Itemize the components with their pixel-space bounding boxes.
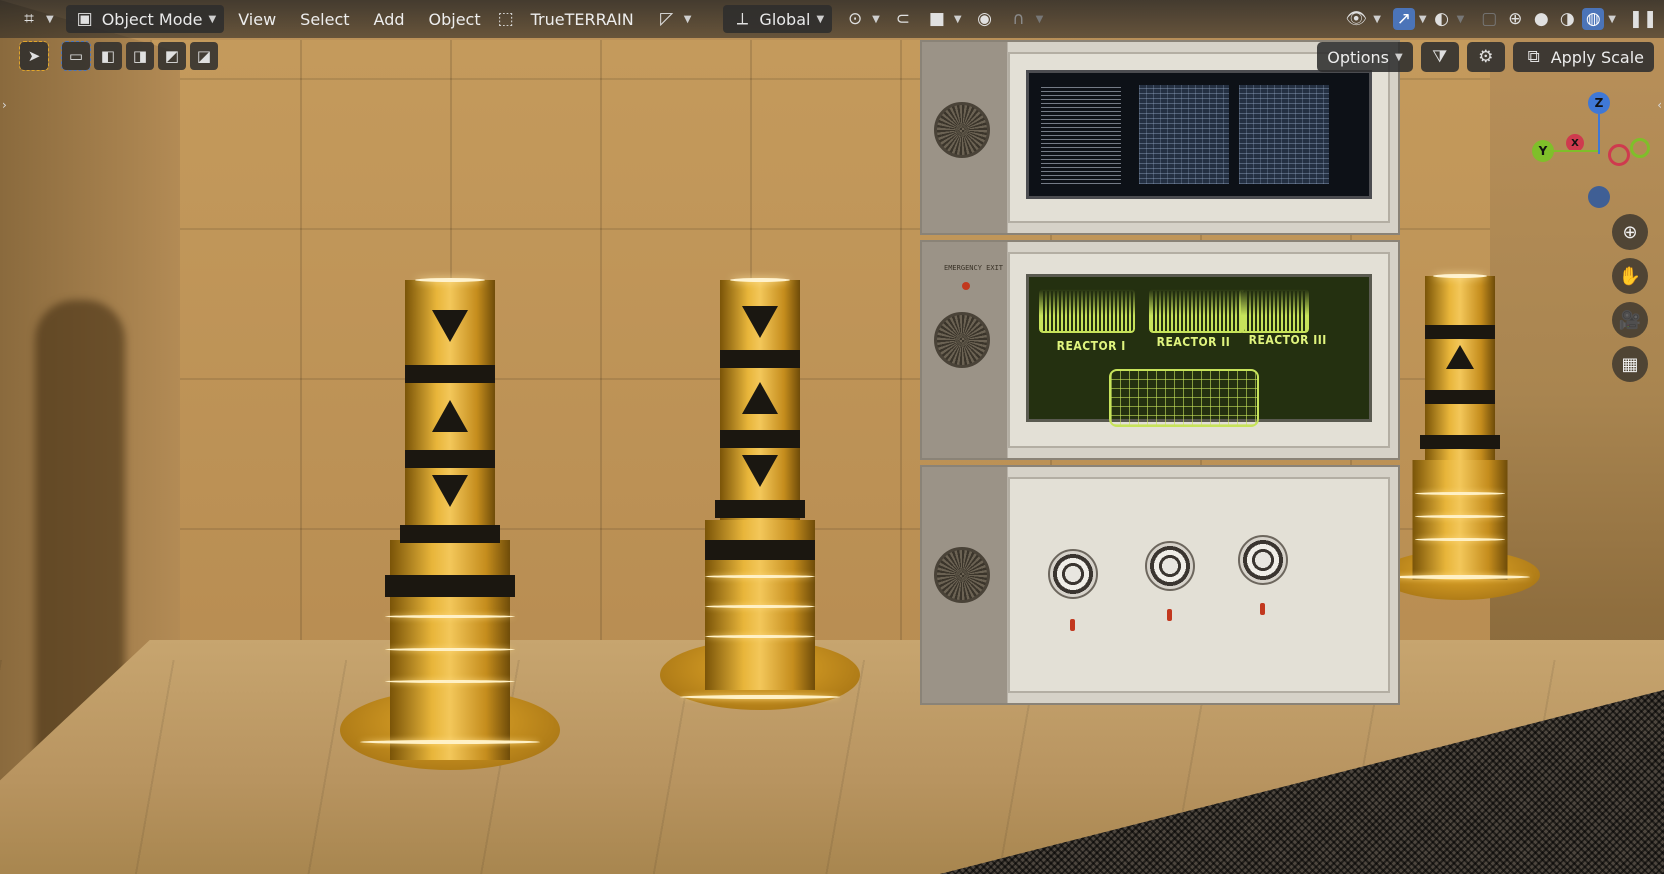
- apply-scale-label: Apply Scale: [1550, 47, 1644, 67]
- menu-object[interactable]: Object: [419, 10, 491, 29]
- radiation-icon: [432, 400, 468, 432]
- fan-icon: [1144, 541, 1195, 591]
- axis-neg-x[interactable]: [1608, 144, 1630, 166]
- radiation-icon: [742, 382, 778, 414]
- apply-scale-button[interactable]: ⧉ Apply Scale: [1512, 42, 1654, 72]
- snap-icon[interactable]: ⊂: [892, 8, 914, 30]
- fan-icon: [1047, 549, 1098, 599]
- right-sidebar-toggle-icon[interactable]: ‹: [1657, 98, 1662, 112]
- orientation-dropdown[interactable]: ⟂ Global ▼: [723, 5, 833, 33]
- hazard-icon: [742, 455, 778, 487]
- menu-add[interactable]: Add: [364, 10, 415, 29]
- solid-shading-icon[interactable]: ●: [1530, 8, 1552, 30]
- hazard-icon: [432, 310, 468, 342]
- gear-icon: ⚙: [1478, 47, 1494, 67]
- filter-icon: ⧩: [1432, 47, 1448, 67]
- rendered-shading-icon[interactable]: ◍: [1582, 8, 1605, 30]
- options-label: Options: [1327, 47, 1389, 67]
- axis-neg-y[interactable]: [1630, 138, 1650, 158]
- cursor-icon[interactable]: ➤: [19, 41, 49, 71]
- reactor-label-1: REACTOR I: [1056, 339, 1126, 353]
- gizmo-icon[interactable]: ↗: [1392, 8, 1415, 30]
- snap-target-icon: ■: [928, 9, 945, 29]
- vent-icon: [934, 547, 990, 603]
- reactor-console[interactable]: EMERGENCY EXIT REACTOR I REACTOR II REAC…: [920, 40, 1400, 705]
- header-right-controls: Options ▼ ⧩ ⚙ ⧉ Apply Scale: [1317, 42, 1654, 72]
- fan-unit: [920, 465, 1400, 705]
- vent-icon: [934, 102, 990, 158]
- reactor-label-3: REACTOR III: [1248, 333, 1327, 347]
- material-shading-icon[interactable]: ◑: [1556, 8, 1578, 30]
- select-invert-icon[interactable]: ◩: [158, 42, 186, 70]
- reactor-label-2: REACTOR II: [1156, 335, 1231, 349]
- select-extend-icon[interactable]: ◧: [94, 42, 122, 70]
- snap-target-dropdown[interactable]: ■ ▼: [918, 5, 970, 33]
- orientation-label: Global: [759, 9, 811, 29]
- object-mode-icon: ▣: [76, 9, 93, 29]
- proportional-edit-icon[interactable]: ◉: [974, 8, 996, 30]
- editor-type-button[interactable]: ⌗ ▼: [10, 5, 62, 33]
- 3d-viewport[interactable]: EMERGENCY EXIT REACTOR I REACTOR II REAC…: [0, 0, 1664, 874]
- select-toolbar: ➤ ▭ ◧ ◨ ◩ ◪: [19, 41, 218, 71]
- mode-dropdown[interactable]: ▣ Object Mode ▼: [65, 5, 225, 33]
- hazard-pillar-3[interactable]: [1380, 270, 1540, 620]
- orientation-icon: ⟂: [736, 9, 749, 29]
- pause-icon[interactable]: ❚❚: [1629, 8, 1658, 30]
- zoom-icon[interactable]: ⊕: [1612, 214, 1648, 250]
- options-dropdown[interactable]: Options ▼: [1317, 42, 1413, 72]
- radiation-icon: [1446, 345, 1474, 369]
- menu-trueterrain[interactable]: TrueTERRAIN: [521, 10, 644, 29]
- grid-icon[interactable]: ▦: [1612, 346, 1648, 382]
- settings-button[interactable]: ⚙: [1466, 42, 1505, 72]
- falloff-icon: ∩: [1012, 9, 1025, 29]
- hazard-icon: [742, 306, 778, 338]
- xray-icon[interactable]: ▢: [1478, 8, 1500, 30]
- falloff-curve-icon: ◸: [660, 9, 674, 29]
- monitor-screen: [1025, 70, 1372, 199]
- hand-pan-icon[interactable]: ✋: [1612, 258, 1648, 294]
- hazard-icon: [432, 475, 468, 507]
- viewport-header: ⌗ ▼ ▣ Object Mode ▼ View Select Add Objec…: [0, 0, 1664, 38]
- select-set-icon[interactable]: ▭: [61, 41, 91, 71]
- reactor-screen: REACTOR I REACTOR II REACTOR III: [1025, 274, 1372, 427]
- overlay-icon[interactable]: ◐: [1431, 8, 1453, 30]
- reactor-unit: EMERGENCY EXIT REACTOR I REACTOR II REAC…: [920, 240, 1400, 460]
- axis-y[interactable]: Y: [1532, 140, 1554, 162]
- keyboard-graphic: [1108, 369, 1259, 427]
- apply-scale-icon: ⧉: [1527, 47, 1540, 67]
- viewport-editor-icon: ⌗: [24, 9, 34, 29]
- pivot-icon: ⊙: [848, 9, 863, 29]
- navigation-gizmo[interactable]: Z Y X: [1524, 88, 1650, 218]
- addon-icon: ⬚: [497, 9, 514, 29]
- hazard-pillar-1[interactable]: [340, 270, 560, 790]
- camera-icon[interactable]: 🎥: [1612, 302, 1648, 338]
- visibility-dropdown[interactable]: 👁 ▼: [1337, 5, 1389, 33]
- gizmo-dropdown[interactable]: ▼: [1419, 14, 1427, 25]
- eye-icon: 👁: [1345, 9, 1367, 29]
- pivot-dropdown[interactable]: ⊙ ▼: [836, 5, 888, 33]
- hazard-pillar-2[interactable]: [660, 270, 860, 730]
- wireframe-shading-icon[interactable]: ⊕: [1504, 8, 1526, 30]
- shading-dropdown[interactable]: ▼: [1608, 14, 1616, 25]
- select-subtract-icon[interactable]: ◨: [126, 42, 154, 70]
- overlay-dropdown[interactable]: ▼: [1457, 14, 1465, 25]
- vent-icon: [934, 312, 990, 368]
- menu-view[interactable]: View: [228, 10, 286, 29]
- select-intersect-icon[interactable]: ◪: [190, 42, 218, 70]
- fan-icon: [1237, 535, 1288, 585]
- mode-label: Object Mode: [101, 9, 203, 29]
- falloff-dropdown[interactable]: ◸ ▼: [648, 5, 700, 33]
- proportional-falloff-dropdown[interactable]: ∩ ▼: [1000, 5, 1052, 33]
- axis-neg-z[interactable]: [1588, 186, 1610, 208]
- menu-select[interactable]: Select: [290, 10, 359, 29]
- axis-z[interactable]: Z: [1588, 92, 1610, 114]
- filter-button[interactable]: ⧩: [1420, 42, 1459, 72]
- left-sidebar-toggle-icon[interactable]: ›: [2, 98, 7, 112]
- emergency-label: EMERGENCY EXIT: [944, 264, 1004, 272]
